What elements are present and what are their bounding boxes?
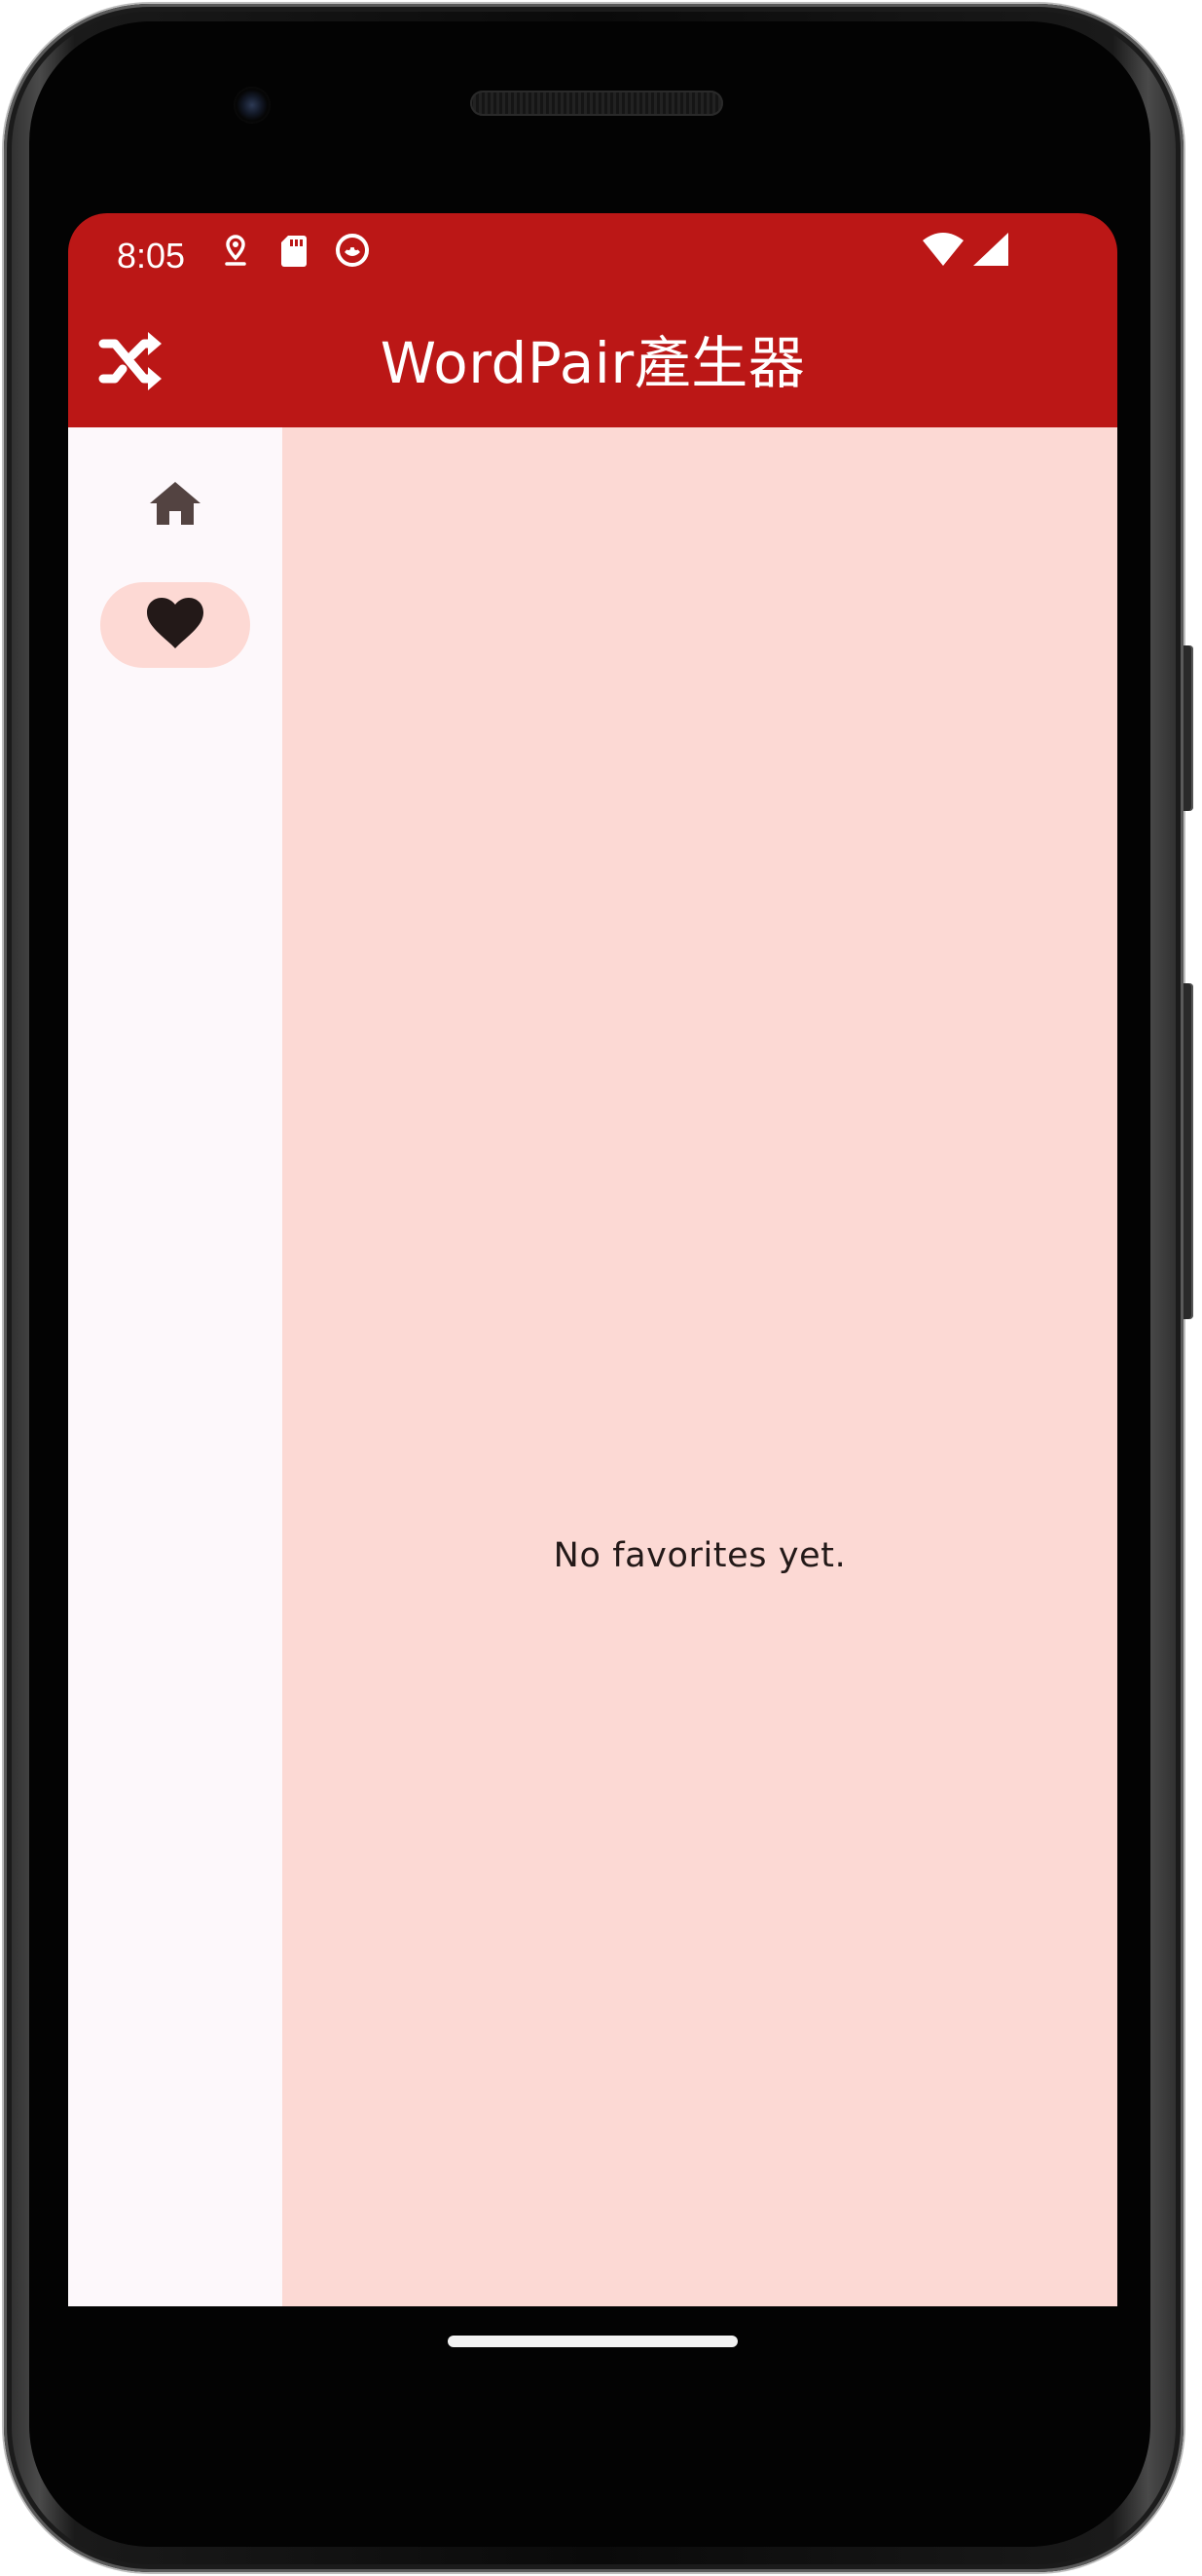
heart-icon <box>145 596 205 655</box>
location-pin-icon <box>216 231 255 270</box>
empty-favorites-message: No favorites yet. <box>553 1536 847 1575</box>
nav-home-item[interactable] <box>100 462 250 548</box>
home-gesture-handle[interactable] <box>448 2336 738 2347</box>
favorites-page: No favorites yet. <box>282 427 1117 2306</box>
navigation-rail <box>68 427 282 2306</box>
front-camera <box>234 87 271 124</box>
shuffle-button[interactable] <box>97 328 167 398</box>
wifi-icon <box>921 231 965 270</box>
earpiece-speaker <box>470 91 723 116</box>
power-button <box>1184 645 1193 811</box>
cell-signal-icon <box>969 231 1010 270</box>
home-icon <box>146 474 204 537</box>
app-notification-icon <box>333 231 372 270</box>
app-bar: WordPair產生器 <box>68 299 1117 427</box>
volume-button <box>1184 983 1193 1319</box>
system-navigation-bar <box>68 2306 1117 2423</box>
status-time: 8:05 <box>117 236 186 276</box>
app-title: WordPair產生器 <box>380 330 806 396</box>
status-bar: 8:05 <box>68 213 1117 299</box>
screen: 8:05 WordPair產生器 No favorites yet. <box>68 213 1117 2306</box>
shuffle-icon <box>97 326 167 401</box>
sd-card-icon <box>274 231 313 270</box>
nav-favorites-item[interactable] <box>100 582 250 668</box>
